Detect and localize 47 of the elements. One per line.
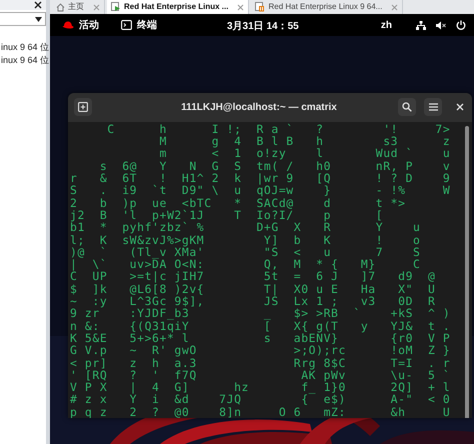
matrix-line: j2 B 'l p+W2`1J T Io?I/ p [ [70,208,384,222]
menu-icon [428,103,438,112]
close-icon[interactable] [34,1,42,9]
menu-button[interactable] [424,98,442,116]
matrix-line: m < 1 o!zy l Wud ` u [158,147,452,160]
matrix-line: )@ ` (Tl_v XMa' "S < u 7 S [70,246,422,258]
new-tab-icon [78,102,88,112]
matrix-line: b1 * pyhf'zbz` % D+G X R Y u [70,221,422,234]
matrix-line: G V.p ~ R' gwO >;O);rc !oM Z } [70,344,452,357]
matrix-line: C h I !; R a ` ? '! 7> [106,122,452,136]
matrix-line: r & 6T ! H1^ 2 k |wr 9 [Q ! ? D 9 [70,172,452,184]
vm-running-icon [111,2,121,12]
terminal-icon [121,20,132,30]
matrix-line: ~ :y L^3Gc 9$], JS Lx 1 ; v3 0D R [70,295,436,308]
matrix-line: S . i9 `t D9" \ u qOJ=w } - !% W [70,184,452,197]
matrix-line: s 6@ Y N G S tm( / h0 nR, P v [98,160,452,172]
tab[interactable]: Red Hat Enterprise Linux ... [107,0,250,14]
home-icon [56,2,65,12]
matrix-line: | \` uv>DA O<N: Q, M * { M} C [70,258,422,270]
search-button[interactable] [398,98,416,116]
dropdown-field[interactable] [0,12,46,26]
vm-paused-icon [255,2,266,12]
hat-icon [62,21,74,29]
scrollbar[interactable] [465,126,469,418]
new-tab-button[interactable] [74,98,92,116]
matrix-line: 9 zr :YJDF_b3 _ $> >RB ` +kS ^ ) [70,307,452,320]
matrix-line: l; K sW&zvJ%>gKM Y] b K ! o [70,234,422,246]
matrix-line: 2 b )p ue <bTC * SACd@ d t *> [70,196,407,209]
matrix-line: M g 4 B l B h s3 z [158,135,452,148]
matrix-line: # z x Y i &d 7JQ { e$) A-" < 0 [70,393,452,406]
matrix-line: ' [RQ ? ' f7Q AK pWv \u- 5 ` [70,368,452,382]
matrix-line: V P X | 4 G] hz f_ 1}0 2Q] + l [70,381,452,394]
matrix-line: K 5&E 5+>6+* l s abENV} {r0 V P [70,332,452,344]
power-icon[interactable] [456,20,466,30]
matrix-line: p q z 2 ? @0 8]n O 6 mZ: _&h U [70,406,452,418]
input-method-indicator[interactable]: zh [380,20,392,30]
matrix-line: < pr] z h a.3 Rrg 8$C T=I . r [70,356,452,369]
matrix-line: C UP >=t|c jIH7 5t = 6 J ]7 d9 @ [70,270,436,283]
matrix-line: $ ]k @L6[8 )2v{ T| X0 u E Ha X" U [70,282,436,296]
search-icon [402,102,412,112]
network-icon[interactable] [416,20,426,30]
window-title: 111LKJH@localhost:~ — cmatrix [180,102,338,113]
caret-icon [35,16,42,22]
volume-muted-icon[interactable] [436,20,446,30]
app-menu[interactable]: 终端 [137,18,157,32]
activities-button[interactable]: 活动 [79,18,99,32]
clock[interactable]: 3月31日 14：55 [227,19,299,33]
